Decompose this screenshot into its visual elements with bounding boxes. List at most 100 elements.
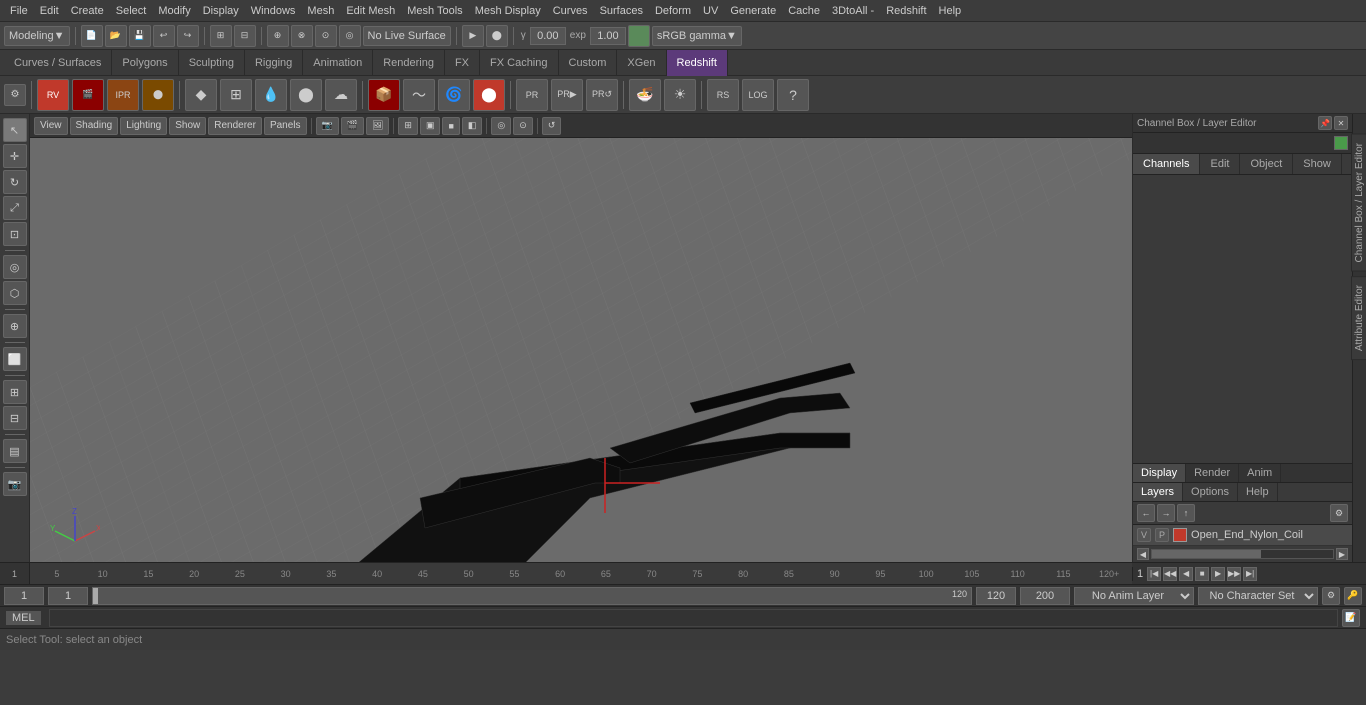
panels-menu-btn[interactable]: Panels — [264, 117, 307, 135]
rotate-tool-btn[interactable]: ↻ — [3, 170, 27, 194]
scroll-left-btn[interactable]: ◀ — [1137, 548, 1149, 560]
snap-curve-btn[interactable]: ⊗ — [291, 25, 313, 47]
select-tool-btn[interactable]: ↖ — [3, 118, 27, 142]
layer-p-btn[interactable]: P — [1155, 528, 1169, 542]
pb-prev-frame-btn[interactable]: ◀ — [1179, 567, 1193, 581]
pb-next-frame-btn[interactable]: ▶ — [1211, 567, 1225, 581]
shelf-ipr-cam-btn[interactable]: 🎬 — [72, 79, 104, 111]
char-set-dropdown[interactable]: No Character Set — [1198, 587, 1318, 605]
menu-create[interactable]: Create — [65, 5, 110, 17]
color-chip-green[interactable] — [1334, 136, 1348, 150]
isolate-btn[interactable]: ◎ — [491, 117, 511, 135]
layer-tab-anim[interactable]: Anim — [1239, 464, 1281, 482]
scroll-right-btn[interactable]: ▶ — [1336, 548, 1348, 560]
menu-surfaces[interactable]: Surfaces — [594, 5, 649, 17]
shelf-settings-btn[interactable]: ⚙ — [4, 84, 26, 106]
time-slider-thumb[interactable] — [93, 588, 98, 604]
layer-tab-render[interactable]: Render — [1186, 464, 1239, 482]
marquee-btn[interactable]: ⬜ — [3, 347, 27, 371]
menu-mesh[interactable]: Mesh — [301, 5, 340, 17]
save-file-btn[interactable]: 💾 — [129, 25, 151, 47]
tab-animation[interactable]: Animation — [303, 50, 373, 76]
menu-file[interactable]: File — [4, 5, 34, 17]
tab-fx[interactable]: FX — [445, 50, 480, 76]
tab-rendering[interactable]: Rendering — [373, 50, 445, 76]
move-tool-btn[interactable]: ✛ — [3, 144, 27, 168]
time-slider[interactable]: 120 — [92, 587, 972, 605]
menu-display[interactable]: Display — [197, 5, 245, 17]
layer-tab-display[interactable]: Display — [1133, 464, 1186, 482]
start-frame-field[interactable] — [4, 587, 44, 605]
menu-select[interactable]: Select — [110, 5, 153, 17]
layer-sub-options[interactable]: Options — [1183, 483, 1238, 501]
edge-tab-channel-box[interactable]: Channel Box / Layer Editor — [1351, 134, 1366, 272]
shelf-tilde-btn[interactable]: 〜 — [403, 79, 435, 111]
tab-polygons[interactable]: Polygons — [112, 50, 178, 76]
layer-sub-help[interactable]: Help — [1238, 483, 1278, 501]
lasso-tool-btn[interactable]: ⬡ — [3, 281, 27, 305]
snap-grid-btn[interactable]: ⊕ — [267, 25, 289, 47]
menu-edit-mesh[interactable]: Edit Mesh — [340, 5, 401, 17]
snap-pts-btn[interactable]: ⊟ — [3, 406, 27, 430]
snap-all-btn[interactable]: ⊞ — [3, 380, 27, 404]
tab-rigging[interactable]: Rigging — [245, 50, 303, 76]
workspace-dropdown[interactable]: Modeling ▼ — [4, 26, 70, 46]
menu-mesh-tools[interactable]: Mesh Tools — [401, 5, 468, 17]
shelf-ipr-btn2[interactable]: IPR — [107, 79, 139, 111]
rp-tab-show[interactable]: Show — [1293, 154, 1342, 174]
texture-btn[interactable]: ◧ — [462, 117, 483, 135]
menu-deform[interactable]: Deform — [649, 5, 697, 17]
end-frame-field[interactable] — [976, 587, 1016, 605]
show-menu-btn[interactable]: Show — [169, 117, 206, 135]
shelf-drop-btn[interactable]: 💧 — [255, 79, 287, 111]
menu-modify[interactable]: Modify — [152, 5, 196, 17]
view-menu-btn[interactable]: View — [34, 117, 68, 135]
fc-key-btn[interactable]: 🔑 — [1344, 587, 1362, 605]
pb-next-key-btn[interactable]: ▶▶ — [1227, 567, 1241, 581]
shelf-rs1-btn[interactable]: RS — [707, 79, 739, 111]
menu-edit[interactable]: Edit — [34, 5, 65, 17]
menu-3dto[interactable]: 3DtoAll - — [826, 5, 880, 17]
snap-surface-btn[interactable]: ◎ — [339, 25, 361, 47]
gamma-input[interactable] — [530, 27, 566, 45]
tab-curves-surfaces[interactable]: Curves / Surfaces — [4, 50, 112, 76]
render-btn[interactable]: ▶ — [462, 25, 484, 47]
gamma-dropdown[interactable]: sRGB gamma ▼ — [652, 26, 742, 46]
redo-btn[interactable]: ↪ — [177, 25, 199, 47]
panel-pin-btn[interactable]: 📌 — [1318, 116, 1332, 130]
grid-toggle-btn[interactable]: ⊞ — [398, 117, 418, 135]
menu-windows[interactable]: Windows — [245, 5, 302, 17]
layer-v-btn[interactable]: V — [1137, 528, 1151, 542]
layer-remove-btn[interactable]: → — [1157, 504, 1175, 522]
shelf-help-btn[interactable]: ? — [777, 79, 809, 111]
layer-add-btn[interactable]: ← — [1137, 504, 1155, 522]
select-btn[interactable]: ⊞ — [210, 25, 232, 47]
solid-btn[interactable]: ■ — [442, 117, 459, 135]
tab-sculpting[interactable]: Sculpting — [179, 50, 245, 76]
panel-close-btn[interactable]: ✕ — [1334, 116, 1348, 130]
edge-tab-attribute[interactable]: Attribute Editor — [1351, 276, 1366, 360]
menu-mesh-display[interactable]: Mesh Display — [469, 5, 547, 17]
total-frames-field[interactable] — [1020, 587, 1070, 605]
layer-row[interactable]: V P Open_End_Nylon_Coil — [1133, 525, 1352, 546]
exposure-input[interactable] — [590, 27, 626, 45]
new-file-btn[interactable]: 📄 — [81, 25, 103, 47]
shelf-cloud-btn[interactable]: ☁ — [325, 79, 357, 111]
shelf-sphere2-btn[interactable]: ⬤ — [473, 79, 505, 111]
fc-settings-btn[interactable]: ⚙ — [1322, 587, 1340, 605]
color-btn[interactable] — [628, 25, 650, 47]
shelf-log-btn[interactable]: LOG — [742, 79, 774, 111]
camera-sel-btn[interactable]: 📷 — [316, 117, 339, 135]
script-btn[interactable]: 📝 — [1342, 609, 1360, 627]
shelf-sun-btn[interactable]: ☀ — [664, 79, 696, 111]
layer-sub-layers[interactable]: Layers — [1133, 483, 1183, 501]
ipr-btn[interactable]: ⬤ — [486, 25, 508, 47]
lighting-menu-btn[interactable]: Lighting — [120, 117, 167, 135]
anim-layer-dropdown[interactable]: No Anim Layer — [1074, 587, 1194, 605]
timeline-ruler[interactable]: 5 10 15 20 25 30 35 40 45 50 55 60 65 70… — [30, 563, 1132, 584]
pb-end-btn[interactable]: ▶| — [1243, 567, 1257, 581]
lasso-btn[interactable]: ⊟ — [234, 25, 256, 47]
shelf-pr1-btn[interactable]: PR — [516, 79, 548, 111]
soft-select-btn[interactable]: ◎ — [3, 255, 27, 279]
undo-btn[interactable]: ↩ — [153, 25, 175, 47]
